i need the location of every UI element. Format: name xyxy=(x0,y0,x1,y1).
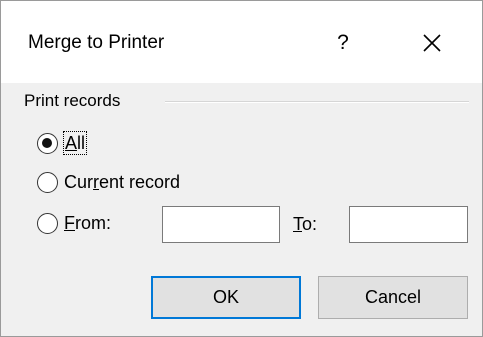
print-records-group-label: Print records xyxy=(24,90,127,112)
radio-all[interactable]: All xyxy=(37,130,88,156)
merge-to-printer-dialog: Merge to Printer ? Print records All Cur… xyxy=(0,0,483,337)
to-label: To: xyxy=(293,214,318,234)
radio-all-label: All xyxy=(62,131,88,155)
cancel-button[interactable]: Cancel xyxy=(318,276,468,319)
close-button[interactable] xyxy=(409,23,455,63)
help-button[interactable]: ? xyxy=(323,23,363,63)
to-input[interactable] xyxy=(349,206,468,243)
radio-current-record[interactable]: Current record xyxy=(37,169,180,195)
close-icon xyxy=(423,34,441,52)
radio-all-indicator[interactable] xyxy=(37,132,58,154)
radio-from[interactable]: From: xyxy=(37,210,111,236)
radio-current-record-indicator[interactable] xyxy=(37,171,58,193)
group-divider xyxy=(165,101,469,103)
radio-current-record-label: Current record xyxy=(64,172,181,192)
ok-button[interactable]: OK xyxy=(151,276,301,319)
title-bar: Merge to Printer ? xyxy=(1,1,482,83)
radio-from-label: From: xyxy=(64,213,111,233)
radio-from-indicator[interactable] xyxy=(37,212,58,234)
from-input[interactable] xyxy=(162,206,280,243)
dialog-title: Merge to Printer xyxy=(28,32,165,53)
